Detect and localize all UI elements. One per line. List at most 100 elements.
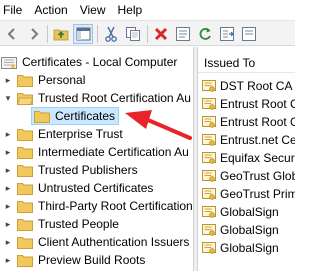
copy-icon[interactable] [123, 24, 143, 44]
list-item[interactable]: GlobalSign [202, 203, 279, 221]
toolbar [0, 20, 295, 46]
expand-chevron-icon[interactable]: ▸ [3, 251, 13, 269]
tree-item-label: Certificates - Local Computer [22, 55, 178, 69]
folder-icon [17, 182, 33, 195]
certificate-icon [202, 116, 216, 128]
list-item[interactable]: Equifax Secure [202, 149, 295, 167]
column-header-label: Issued To [204, 55, 256, 70]
tree-item-intermediate[interactable]: Intermediate Certification Au [17, 143, 189, 161]
cut-icon[interactable] [101, 24, 121, 44]
certificate-icon [202, 224, 216, 236]
back-icon[interactable] [2, 24, 22, 44]
certificate-icon [202, 242, 216, 254]
folder-icon [17, 74, 33, 87]
tree-item-enterprise-trust[interactable]: Enterprise Trust [17, 125, 123, 143]
expand-chevron-icon[interactable]: ▸ [3, 143, 13, 161]
folder-open-icon [17, 92, 33, 105]
menu-file[interactable]: File [0, 0, 30, 20]
tree-item-untrusted[interactable]: Untrusted Certificates [17, 179, 153, 197]
menu-action[interactable]: Action [30, 0, 75, 20]
list-item-label: Entrust.net Ce [220, 133, 295, 147]
expand-chevron-icon[interactable]: ▸ [3, 215, 13, 233]
tree-item-label: Personal [38, 73, 86, 87]
up-folder-icon[interactable] [51, 24, 71, 44]
list-item-label: GlobalSign [220, 223, 279, 237]
certificate-icon [202, 152, 216, 164]
toolbar-separator [47, 25, 48, 43]
tree-item-label: Enterprise Trust [38, 127, 123, 141]
list-item-label: Equifax Secure [220, 151, 295, 165]
list-item-label: GlobalSign [220, 205, 279, 219]
tree-item-label: Untrusted Certificates [38, 181, 154, 195]
list-item[interactable]: GeoTrust Glob [202, 167, 295, 185]
list-item[interactable]: GlobalSign [202, 239, 279, 257]
tree-item-label: Intermediate Certification Au [38, 145, 189, 159]
collapse-chevron-icon[interactable]: ▾ [3, 89, 13, 107]
tree-item-certificates[interactable]: Certificates [31, 107, 120, 125]
tree-item-label: Trusted Publishers [38, 163, 138, 177]
show-hide-tree-icon[interactable] [73, 24, 93, 44]
folder-icon [34, 110, 50, 123]
menu-bar: File Action View Help [0, 0, 295, 20]
export-list-icon[interactable] [217, 24, 237, 44]
tree-item-root[interactable]: Certificates - Local Computer [1, 53, 177, 71]
tree-item-trusted-root[interactable]: Trusted Root Certification Au [17, 89, 191, 107]
toolbar-separator [147, 25, 148, 43]
tree-item-trusted-publishers[interactable]: Trusted Publishers [17, 161, 138, 179]
tree-item-label: Third-Party Root Certification [38, 199, 193, 213]
expand-chevron-icon[interactable]: ▸ [3, 233, 13, 251]
folder-icon [17, 164, 33, 177]
tree-item-personal[interactable]: Personal [17, 71, 85, 89]
list-item[interactable]: Entrust Root C [202, 95, 295, 113]
certificate-store-icon [1, 56, 17, 69]
folder-icon [17, 218, 33, 231]
certificate-icon [202, 206, 216, 218]
tree-item-label: Trusted Root Certification Au [38, 91, 191, 105]
list-item-label: GeoTrust Glob [220, 169, 295, 183]
tree-item-label: Preview Build Roots [38, 253, 146, 267]
properties-icon[interactable] [173, 24, 193, 44]
list-item-label: GeoTrust Prim [220, 187, 295, 201]
certificate-list: Issued To DST Root CA X Entrust Root C E… [198, 47, 295, 271]
tree-item-label: Client Authentication Issuers [38, 235, 190, 249]
forward-icon[interactable] [24, 24, 44, 44]
folder-icon [17, 254, 33, 267]
column-header-issued-to[interactable]: Issued To [198, 53, 295, 73]
tree-item-label: Trusted People [38, 217, 119, 231]
certificate-icon [202, 188, 216, 200]
expand-chevron-icon[interactable]: ▸ [3, 179, 13, 197]
expand-chevron-icon[interactable]: ▸ [3, 161, 13, 179]
certificate-icon [202, 170, 216, 182]
list-item[interactable]: GeoTrust Prim [202, 185, 295, 203]
folder-icon [17, 200, 33, 213]
menu-view[interactable]: View [76, 0, 114, 20]
console-tree: Certificates - Local Computer ▸ Personal… [0, 47, 193, 271]
list-item[interactable]: DST Root CA X [202, 77, 295, 95]
expand-chevron-icon[interactable]: ▸ [3, 71, 13, 89]
folder-icon [17, 146, 33, 159]
list-item-label: GlobalSign [220, 241, 279, 255]
list-item[interactable]: Entrust.net Ce [202, 131, 295, 149]
toolbar-separator [97, 25, 98, 43]
tree-item-trusted-people[interactable]: Trusted People [17, 215, 119, 233]
tree-item-third-party-root[interactable]: Third-Party Root Certification [17, 197, 193, 215]
certificate-icon [202, 98, 216, 110]
delete-icon[interactable] [151, 24, 171, 44]
expand-chevron-icon[interactable]: ▸ [3, 125, 13, 143]
menu-help[interactable]: Help [114, 0, 151, 20]
certificate-icon [202, 134, 216, 146]
refresh-icon[interactable] [195, 24, 215, 44]
certificate-icon [202, 80, 216, 92]
folder-icon [17, 236, 33, 249]
tree-item-preview-build-roots[interactable]: Preview Build Roots [17, 251, 145, 269]
list-item-label: DST Root CA X [220, 79, 295, 93]
help-icon[interactable] [239, 24, 259, 44]
expand-chevron-icon[interactable]: ▸ [3, 197, 13, 215]
list-item[interactable]: Entrust Root C [202, 113, 295, 131]
tree-item-client-auth-issuers[interactable]: Client Authentication Issuers [17, 233, 189, 251]
list-item-label: Entrust Root C [220, 115, 295, 129]
tree-item-label: Certificates [55, 109, 116, 123]
folder-icon [17, 128, 33, 141]
list-item[interactable]: GlobalSign [202, 221, 279, 239]
list-item-label: Entrust Root C [220, 97, 295, 111]
